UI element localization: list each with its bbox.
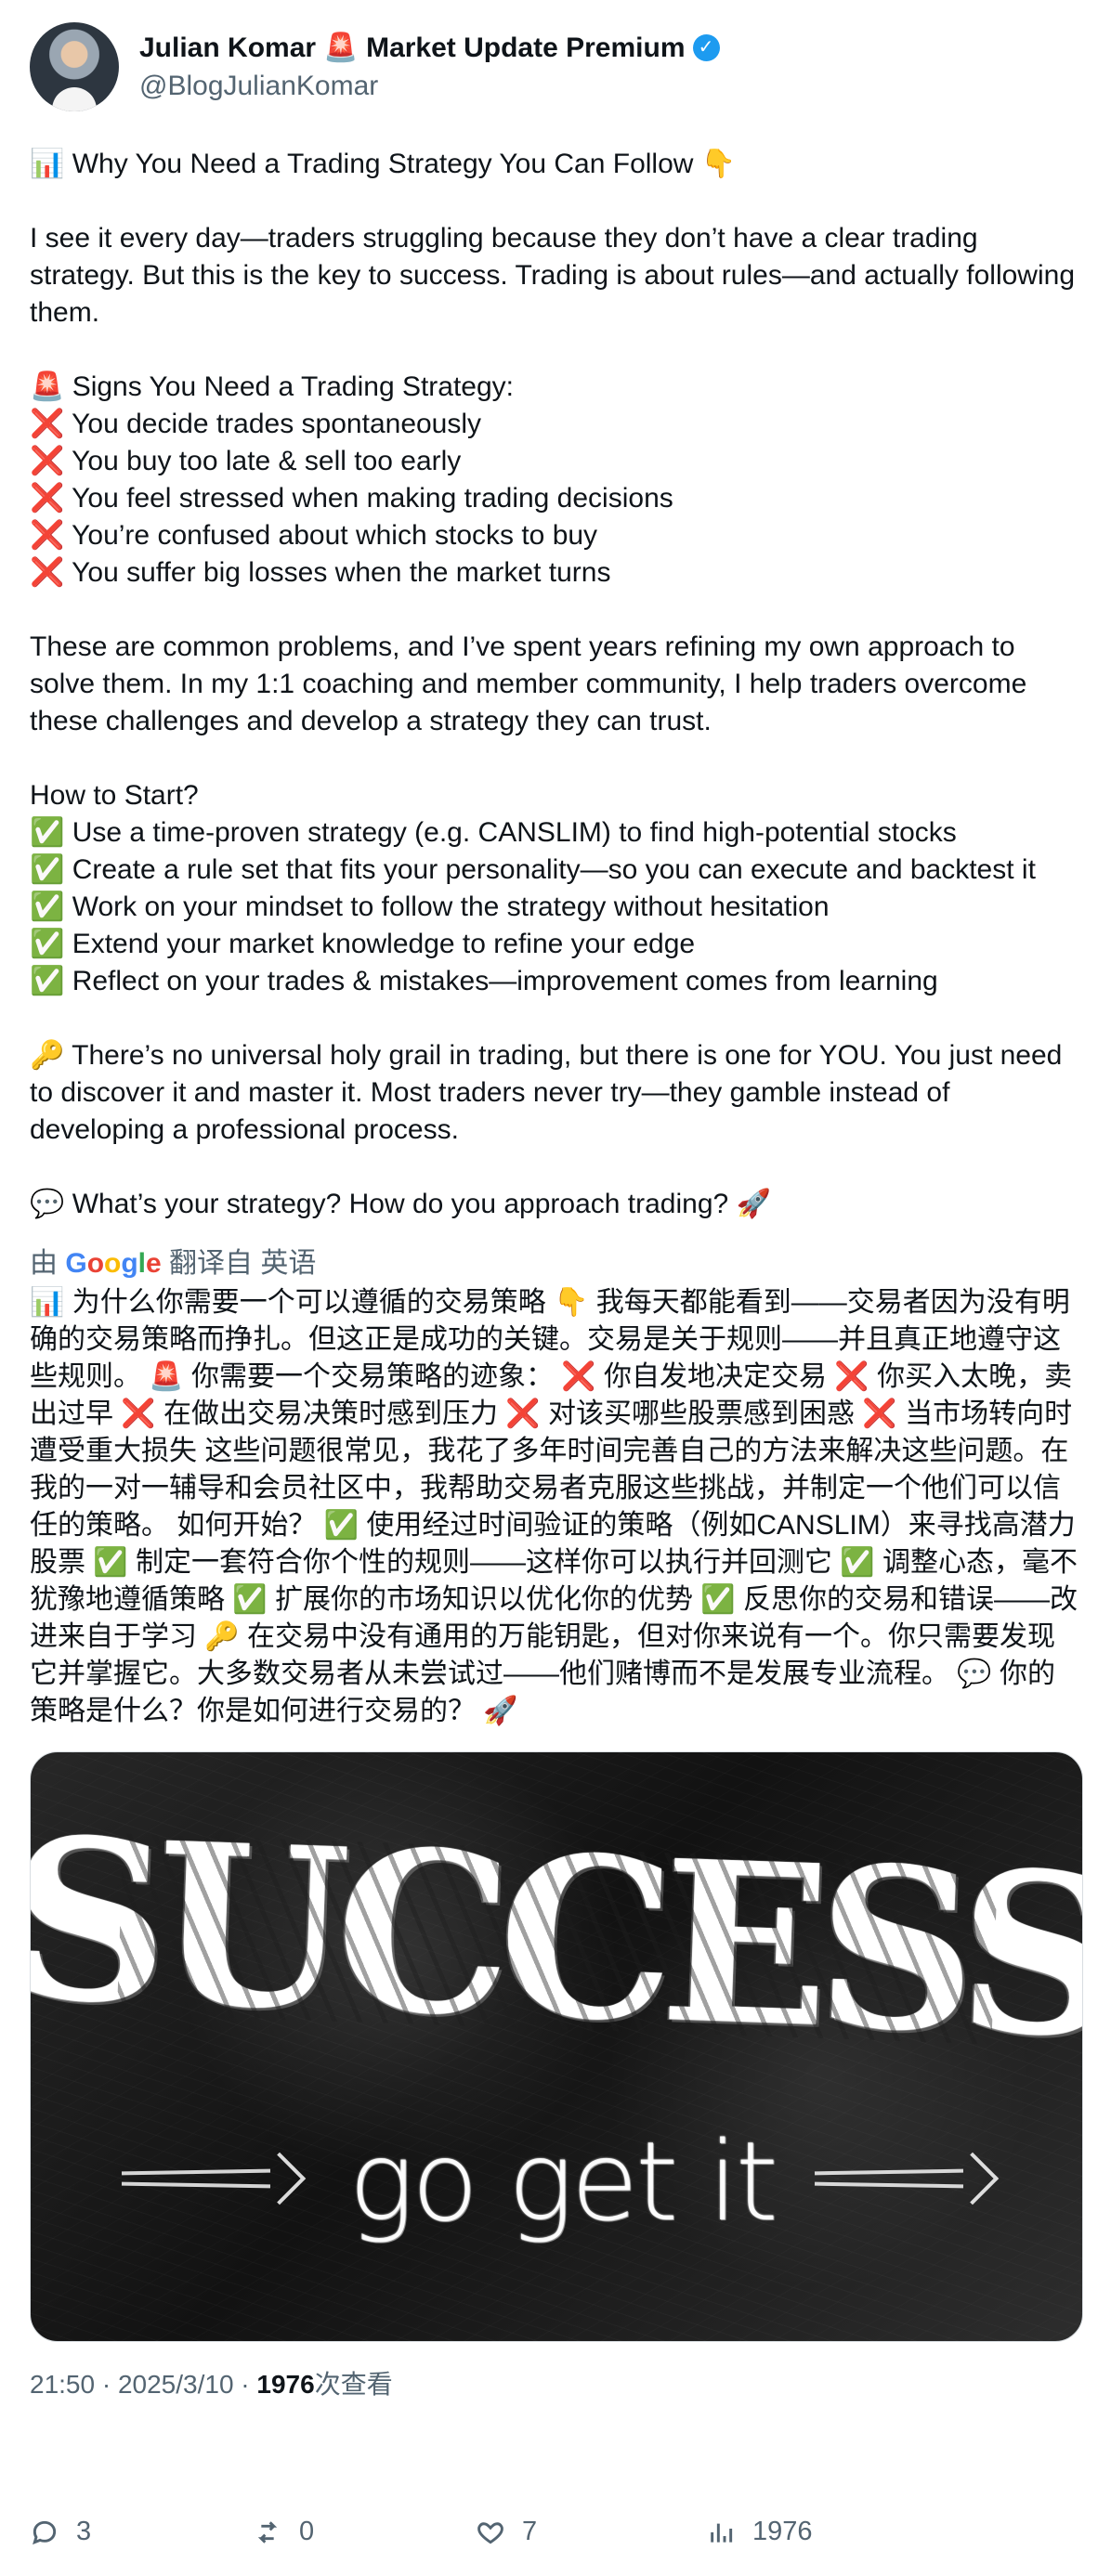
views-number: 1976	[256, 2370, 315, 2399]
success-chalk-text: SUCCESS	[30, 1789, 1083, 2088]
google-logo-text: Google	[65, 1248, 162, 1279]
view-count: 1976	[752, 2517, 813, 2546]
translation-prefix: 由	[30, 1248, 58, 1279]
views-label: 次查看	[314, 2370, 393, 2399]
right-arrow-icon	[815, 2152, 1000, 2205]
repost-icon	[257, 2520, 278, 2543]
translation-attribution[interactable]: 由 Google 翻译自 英语	[30, 1245, 1081, 1282]
repost-count: 0	[299, 2517, 315, 2546]
post-text: 📊 Why You Need a Trading Strategy You Ca…	[30, 149, 1075, 1219]
like-button[interactable]: 7	[476, 2517, 537, 2547]
post-image[interactable]: SUCCESS go get it	[30, 1751, 1083, 2342]
author-info: Julian Komar 🚨 Market Update Premium ✓ @…	[139, 31, 720, 103]
translation-suffix: 翻译自 英语	[169, 1248, 317, 1279]
reply-icon	[33, 2520, 57, 2544]
repost-button[interactable]: 0	[253, 2517, 314, 2547]
verified-badge-icon: ✓	[692, 34, 720, 62]
author-name-row[interactable]: Julian Komar 🚨 Market Update Premium ✓	[139, 31, 720, 66]
translated-post-text: 📊 为什么你需要一个可以遵循的交易策略 👇 我每天都能看到——交易者因为没有明确…	[30, 1287, 1078, 1726]
post-meta: 21:50 · 2025/3/10 · 1976次查看	[30, 2366, 1081, 2403]
views-chart-icon	[711, 2523, 733, 2543]
tweet-header: Julian Komar 🚨 Market Update Premium ✓ @…	[30, 22, 1081, 111]
reply-count: 3	[76, 2517, 92, 2546]
post-time-date[interactable]: 21:50 · 2025/3/10 ·	[30, 2370, 256, 2399]
reply-button[interactable]: 3	[30, 2517, 91, 2547]
like-count: 7	[522, 2517, 538, 2546]
author-handle[interactable]: @BlogJulianKomar	[139, 69, 720, 104]
avatar[interactable]	[30, 22, 119, 111]
views-button[interactable]: 1976	[706, 2517, 813, 2547]
tweet: Julian Komar 🚨 Market Update Premium ✓ @…	[30, 22, 1083, 2403]
heart-icon	[477, 2521, 503, 2543]
post-actions: 3 0 7 1976	[30, 2517, 1081, 2554]
author-name[interactable]: Julian Komar 🚨 Market Update Premium	[139, 31, 686, 66]
